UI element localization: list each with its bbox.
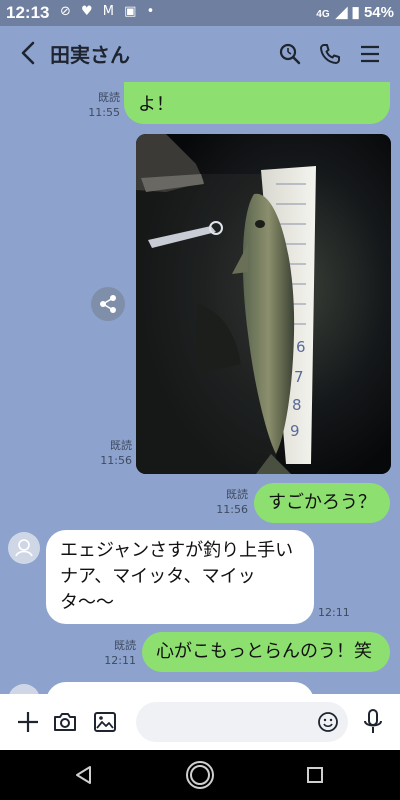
svg-text:9: 9 xyxy=(290,422,300,440)
message-time: 11:56 xyxy=(100,454,132,467)
default-avatar-icon xyxy=(15,539,33,557)
read-receipt: 既読 xyxy=(98,91,120,104)
message-meta: 既読 11:56 xyxy=(96,438,132,468)
search-icon[interactable] xyxy=(278,42,302,66)
menu-icon[interactable] xyxy=(358,42,382,66)
microphone-icon[interactable] xyxy=(361,708,385,736)
back-arrow-icon[interactable] xyxy=(18,40,40,66)
message-composer xyxy=(0,694,400,750)
plus-icon[interactable] xyxy=(16,710,40,734)
read-receipt: 既読 xyxy=(110,439,132,452)
message-time: 12:11 xyxy=(104,654,136,667)
status-right: 4G ◢ ▮ 54% xyxy=(316,3,394,21)
incoming-message[interactable] xyxy=(46,682,314,694)
incoming-message[interactable]: エェジャンさすが釣り上手いナア、マイッタ、マイッタ〜〜 xyxy=(46,530,314,624)
message-text: すごかろう？ xyxy=(268,492,376,513)
message-meta: 既読 11:55 xyxy=(84,90,120,120)
notification-icons: ⊘ ♥ M ▣ • xyxy=(60,4,158,19)
message-time: 11:56 xyxy=(216,503,248,516)
contact-name[interactable]: 田実さん xyxy=(50,39,130,68)
status-time: 12:13 xyxy=(6,3,50,22)
phone-icon[interactable] xyxy=(318,42,342,66)
outgoing-message[interactable]: よ！ xyxy=(124,82,390,124)
svg-text:7: 7 xyxy=(294,368,304,386)
nav-home-icon[interactable] xyxy=(184,759,216,791)
avatar[interactable] xyxy=(8,684,40,694)
chat-messages[interactable]: 既読 11:55 よ！ 既読 11:56 6 7 8 9 既読 11:56 すご… xyxy=(0,82,400,694)
fish-photo: 6 7 8 9 xyxy=(136,134,391,474)
share-button[interactable] xyxy=(91,287,125,321)
emoji-icon[interactable] xyxy=(316,710,340,734)
network-label: 4G xyxy=(316,9,330,20)
image-icon[interactable] xyxy=(92,709,118,735)
battery-percent: 54% xyxy=(363,4,394,21)
signal-icon: ◢ xyxy=(335,4,348,21)
svg-text:6: 6 xyxy=(296,338,306,356)
battery-icon: ▮ xyxy=(351,4,360,21)
camera-icon[interactable] xyxy=(52,709,78,735)
chat-header: 田実さん xyxy=(0,26,400,82)
photo-message[interactable]: 6 7 8 9 xyxy=(136,134,391,474)
share-icon xyxy=(100,295,116,313)
message-meta: 既読 11:56 xyxy=(214,487,248,517)
message-text: 心がこもっとらんのう！笑 xyxy=(156,641,372,662)
outgoing-message[interactable]: 心がこもっとらんのう！笑 xyxy=(142,632,390,672)
avatar[interactable] xyxy=(8,532,40,564)
message-text: エェジャンさすが釣り上手いナア、マイッタ、マイッタ〜〜 xyxy=(60,540,294,613)
message-time: 11:55 xyxy=(88,106,120,119)
svg-text:8: 8 xyxy=(292,396,302,414)
status-bar: 12:13 ⊘ ♥ M ▣ • 4G ◢ ▮ 54% xyxy=(0,0,400,26)
outgoing-message[interactable]: すごかろう？ xyxy=(254,483,390,523)
read-receipt: 既読 xyxy=(226,488,248,501)
nav-back-icon[interactable] xyxy=(74,765,94,785)
system-nav-bar xyxy=(0,750,400,800)
nav-recents-icon[interactable] xyxy=(306,766,324,784)
message-meta: 既読 12:11 xyxy=(102,638,136,668)
message-time: 12:11 xyxy=(318,606,350,619)
message-text: よ！ xyxy=(138,94,174,115)
read-receipt: 既読 xyxy=(114,639,136,652)
